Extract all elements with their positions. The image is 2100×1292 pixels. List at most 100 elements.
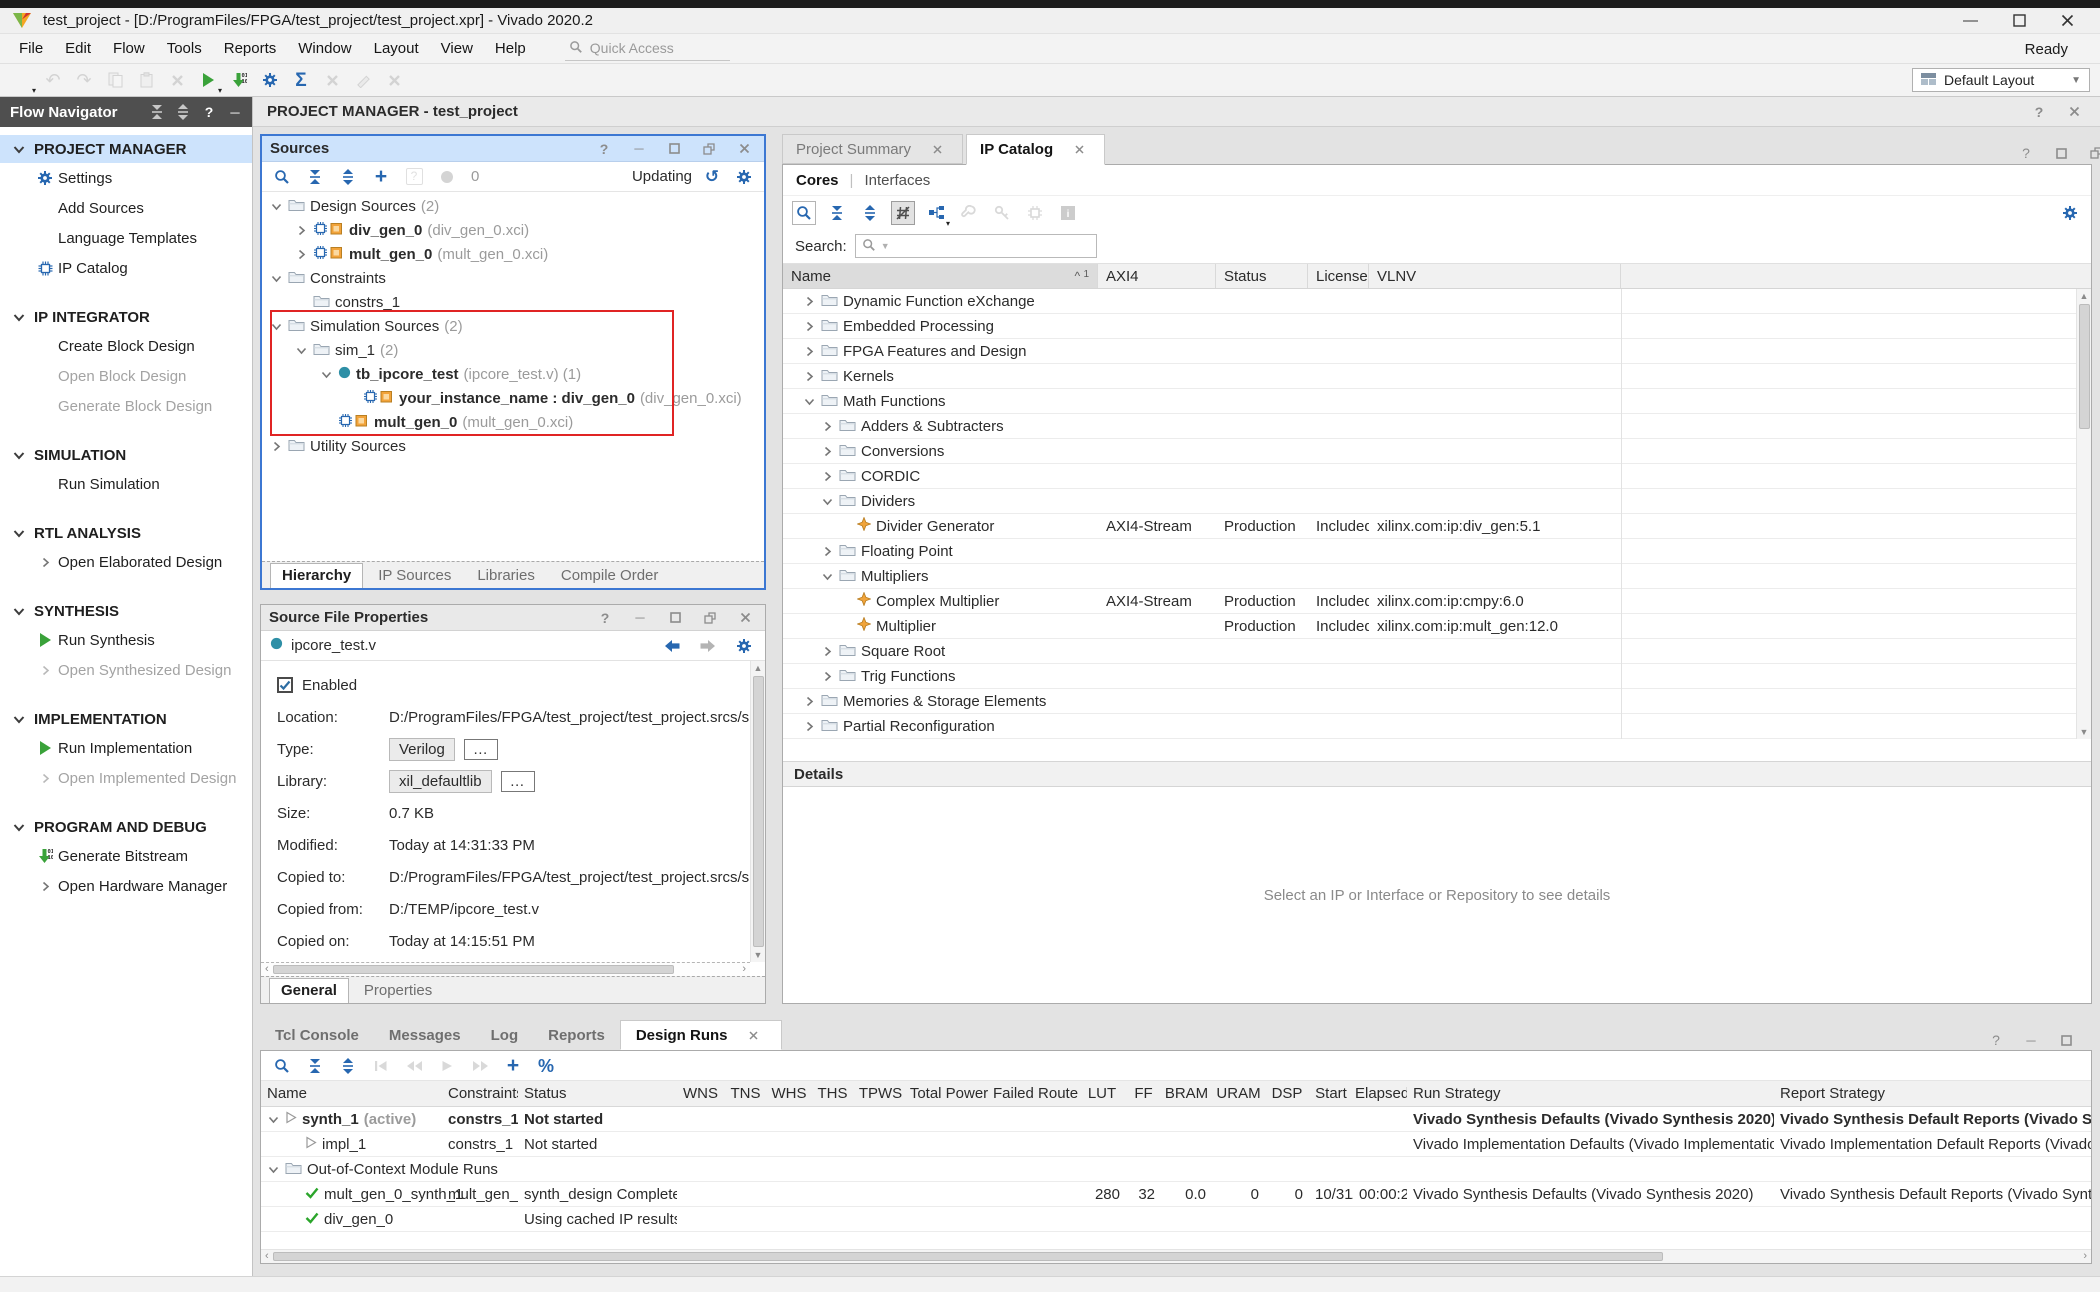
- gear-icon[interactable]: [2058, 201, 2082, 225]
- expand-all-icon[interactable]: [176, 104, 190, 120]
- chevron-down-icon[interactable]: [270, 321, 283, 332]
- bottom-tab-tcl-console[interactable]: Tcl Console: [260, 1020, 374, 1050]
- bitstream-icon[interactable]: 0110: [227, 68, 251, 92]
- bottom-tab-design-runs[interactable]: Design Runs: [620, 1020, 782, 1050]
- chevron-right-icon[interactable]: [295, 249, 308, 260]
- catalog-row-cordic[interactable]: CORDIC: [783, 464, 2091, 489]
- column-header-status[interactable]: Status: [1216, 264, 1308, 288]
- column-header-uram[interactable]: URAM: [1212, 1085, 1265, 1102]
- tree-row-your-instance-name-div-gen-0[interactable]: your_instance_name : div_gen_0 (div_gen_…: [262, 386, 764, 410]
- menu-layout[interactable]: Layout: [363, 36, 430, 61]
- chevron-right-icon[interactable]: [821, 421, 834, 432]
- column-header-name[interactable]: Name^ 1: [783, 264, 1098, 288]
- menu-edit[interactable]: Edit: [54, 36, 102, 61]
- chevron-down-icon[interactable]: [270, 273, 283, 284]
- folder-open-icon[interactable]: ▾: [10, 68, 34, 92]
- chevron-right-icon[interactable]: [270, 441, 283, 452]
- chevron-right-icon[interactable]: [821, 546, 834, 557]
- maximize-icon[interactable]: [663, 606, 687, 630]
- menu-file[interactable]: File: [8, 36, 54, 61]
- minimize-icon[interactable]: ─: [627, 137, 651, 161]
- catalog-row-embedded-processing[interactable]: Embedded Processing: [783, 314, 2091, 339]
- column-header-ths[interactable]: THS: [811, 1085, 854, 1102]
- tree-row-design-sources[interactable]: Design Sources (2): [262, 194, 764, 218]
- run-play-icon[interactable]: ▾: [196, 68, 220, 92]
- chevron-down-icon[interactable]: [803, 396, 816, 407]
- catalog-row-fpga-features-and-design[interactable]: FPGA Features and Design: [783, 339, 2091, 364]
- flownav-item-open-elaborated-design[interactable]: Open Elaborated Design: [0, 547, 252, 577]
- column-header-status[interactable]: Status: [518, 1085, 677, 1102]
- column-header-start[interactable]: Start: [1309, 1085, 1353, 1102]
- document-tab-ip-catalog[interactable]: IP Catalog: [966, 134, 1105, 165]
- float-icon[interactable]: [698, 606, 722, 630]
- chevron-down-icon[interactable]: [821, 571, 834, 582]
- column-header-failed-routes[interactable]: Failed Routes: [991, 1085, 1078, 1102]
- close-tab-icon[interactable]: [1067, 138, 1091, 162]
- catalog-row-math-functions[interactable]: Math Functions: [783, 389, 2091, 414]
- enabled-checkbox[interactable]: [277, 677, 293, 693]
- collapse-all-icon[interactable]: [150, 104, 164, 120]
- catalog-row-partial-reconfiguration[interactable]: Partial Reconfiguration: [783, 714, 2091, 739]
- flownav-item-language-templates[interactable]: Language Templates: [0, 223, 252, 253]
- sigma-icon[interactable]: Σ: [289, 68, 313, 92]
- tree-row-constraints[interactable]: Constraints: [262, 266, 764, 290]
- menu-view[interactable]: View: [430, 36, 484, 61]
- catalog-row-divider-generator[interactable]: Divider GeneratorAXI4-StreamProductionIn…: [783, 514, 2091, 539]
- minimize-icon[interactable]: ─: [628, 606, 652, 630]
- catalog-row-kernels[interactable]: Kernels: [783, 364, 2091, 389]
- catalog-row-adders-subtracters[interactable]: Adders & Subtracters: [783, 414, 2091, 439]
- tree-row-constrs-1[interactable]: constrs_1: [262, 290, 764, 314]
- catalog-row-square-root[interactable]: Square Root: [783, 639, 2091, 664]
- flow-section-header-rtl-analysis[interactable]: RTL ANALYSIS: [0, 519, 252, 547]
- chevron-down-icon[interactable]: [12, 528, 25, 539]
- ellipsis-button[interactable]: …: [501, 771, 535, 792]
- flow-section-header-ip-integrator[interactable]: IP INTEGRATOR: [0, 303, 252, 331]
- percent-icon[interactable]: %: [534, 1054, 558, 1078]
- flownav-item-run-synthesis[interactable]: Run Synthesis: [0, 625, 252, 655]
- chevron-down-icon[interactable]: [12, 606, 25, 617]
- catalog-row-multipliers[interactable]: Multipliers: [783, 564, 2091, 589]
- expand-all-icon[interactable]: [336, 1054, 360, 1078]
- chevron-down-icon[interactable]: [267, 1164, 280, 1175]
- ellipsis-button[interactable]: …: [464, 739, 498, 760]
- menu-reports[interactable]: Reports: [213, 36, 288, 61]
- properties-settings-icon[interactable]: [732, 634, 756, 658]
- run-row-synth-1[interactable]: synth_1 (active)constrs_1Not startedViva…: [261, 1107, 2091, 1132]
- tree-row-sim-1[interactable]: sim_1 (2): [262, 338, 764, 362]
- bottom-tab-log[interactable]: Log: [476, 1020, 534, 1050]
- flow-section-header-project-manager[interactable]: PROJECT MANAGER: [0, 135, 252, 163]
- refresh-icon[interactable]: ↺: [700, 165, 724, 189]
- chevron-down-icon[interactable]: [12, 312, 25, 323]
- chevron-right-icon[interactable]: [821, 446, 834, 457]
- chevron-down-icon[interactable]: [267, 1114, 280, 1125]
- run-row-impl-1[interactable]: impl_1constrs_1Not startedVivado Impleme…: [261, 1132, 2091, 1157]
- column-header-total-power[interactable]: Total Power: [907, 1085, 991, 1102]
- menu-help[interactable]: Help: [484, 36, 537, 61]
- catalog-row-memories-storage-elements[interactable]: Memories & Storage Elements: [783, 689, 2091, 714]
- plus-icon[interactable]: +: [369, 165, 393, 189]
- maximize-icon[interactable]: [2054, 1028, 2078, 1052]
- chevron-down-icon[interactable]: [295, 345, 308, 356]
- minimize-icon[interactable]: ─: [228, 104, 242, 120]
- column-header-name[interactable]: Name: [261, 1085, 442, 1102]
- maximize-icon[interactable]: [2049, 141, 2073, 165]
- maximize-icon[interactable]: [662, 137, 686, 161]
- catalog-row-conversions[interactable]: Conversions: [783, 439, 2091, 464]
- sources-tab-hierarchy[interactable]: Hierarchy: [270, 563, 363, 588]
- close-button[interactable]: [2060, 9, 2074, 33]
- scroll-up-icon[interactable]: ▲: [754, 661, 763, 675]
- gear-icon[interactable]: [258, 68, 282, 92]
- catalog-row-dividers[interactable]: Dividers: [783, 489, 2091, 514]
- bottom-tab-messages[interactable]: Messages: [374, 1020, 476, 1050]
- column-header-dsp[interactable]: DSP: [1265, 1085, 1309, 1102]
- run-row-out-of-context-module-runs[interactable]: Out-of-Context Module Runs: [261, 1157, 2091, 1182]
- magnifier-icon[interactable]: [792, 201, 816, 225]
- scrollbar-thumb[interactable]: [273, 1252, 1664, 1261]
- chevron-down-icon[interactable]: [821, 496, 834, 507]
- catalog-subtab-cores[interactable]: Cores: [796, 172, 839, 189]
- flownav-item-run-implementation[interactable]: Run Implementation: [0, 733, 252, 763]
- chevron-down-icon[interactable]: [12, 144, 25, 155]
- tree-row-tb-ipcore-test[interactable]: tb_ipcore_test (ipcore_test.v) (1): [262, 362, 764, 386]
- chevron-right-icon[interactable]: [803, 296, 816, 307]
- chevron-down-icon[interactable]: [320, 369, 333, 380]
